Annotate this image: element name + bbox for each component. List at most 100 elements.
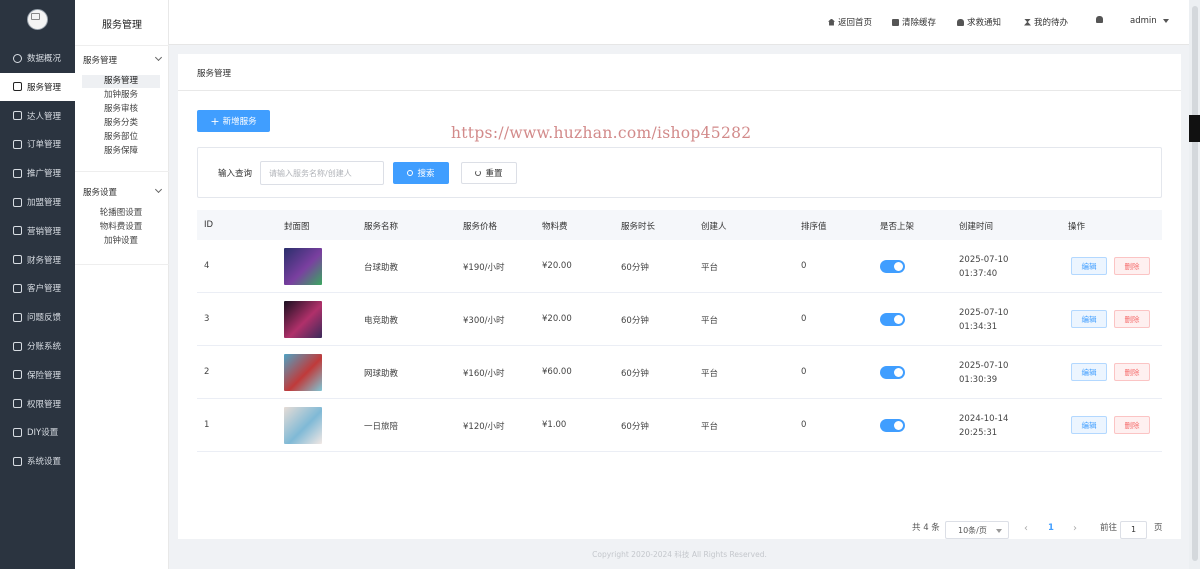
subnav-item-service-management[interactable]: 服务管理 (82, 75, 160, 88)
cell-created-time: 2025-07-10 01:30:39 (959, 359, 1008, 387)
logo-image[interactable] (27, 9, 48, 30)
pagination-total: 共 4 条 (912, 523, 940, 533)
listed-toggle[interactable] (880, 366, 905, 379)
subnav-item-service-category[interactable]: 服务分类 (82, 117, 160, 130)
search-icon (407, 170, 414, 176)
notification-bell-button[interactable] (1096, 16, 1106, 23)
cover-image[interactable] (284, 407, 322, 444)
chevron-down-icon (154, 185, 163, 194)
cell-created-time: 2025-07-10 01:37:40 (959, 253, 1008, 281)
listed-toggle[interactable] (880, 260, 905, 273)
column-header-listed: 是否上架 (880, 222, 915, 232)
scrollbar-thumb[interactable] (1192, 6, 1198, 561)
header-link-home[interactable]: 返回首页 (828, 16, 872, 28)
delete-button[interactable]: 删除 (1114, 310, 1150, 328)
nav-item-label: 问题反馈 (27, 313, 62, 324)
subnav-item-service-part[interactable]: 服务部位 (82, 131, 160, 144)
subnav-group-label: 服务设置 (83, 188, 118, 198)
subnav-group-settings[interactable]: 服务设置 (83, 185, 163, 198)
page-size-value: 10条/页 (958, 525, 987, 535)
nav-item[interactable]: 保险管理 (0, 361, 75, 389)
cell-sort: 0 (801, 261, 807, 271)
nav-item[interactable]: 数据概况 (0, 44, 75, 72)
table-row: 4 台球助教 ¥190/小时 ¥20.00 60分钟 平台 0 2025-07-10 01:37… (197, 240, 1162, 293)
header-link-sos-notice[interactable]: 求救通知 (957, 16, 1001, 28)
subnav-item-banner-settings[interactable]: 轮播图设置 (82, 207, 160, 220)
settings-icon (13, 456, 22, 466)
nav-item[interactable]: 系统设置 (0, 447, 75, 475)
cell-created-time: 2024-10-14 20:25:31 (959, 412, 1008, 440)
nav-item[interactable]: 订单管理 (0, 130, 75, 158)
reset-button[interactable]: 重置 (461, 162, 517, 184)
user-menu[interactable]: admin (1130, 16, 1169, 26)
prev-page-button[interactable]: ‹ (1024, 523, 1028, 534)
column-header-actions: 操作 (1068, 222, 1086, 232)
nav-item-label: 权限管理 (27, 399, 62, 410)
subnav-item-material-fee-settings[interactable]: 物料费设置 (82, 221, 160, 234)
nav-item[interactable]: 达人管理 (0, 102, 75, 130)
page-number-current[interactable]: 1 (1048, 523, 1054, 533)
subnav-group-services[interactable]: 服务管理 (83, 53, 163, 66)
created-date: 2025-07-10 (959, 361, 1009, 371)
subnav-item-overtime-service[interactable]: 加钟服务 (82, 89, 160, 102)
page-scrollbar[interactable] (1189, 0, 1200, 569)
cover-image[interactable] (284, 354, 322, 391)
nav-item[interactable]: 财务管理 (0, 246, 75, 274)
delete-button[interactable]: 删除 (1114, 416, 1150, 434)
delete-button[interactable]: 删除 (1114, 257, 1150, 275)
nav-item[interactable]: 加盟管理 (0, 188, 75, 216)
table-row: 3 电竞助教 ¥300/小时 ¥20.00 60分钟 平台 0 2025-07-10 01:34… (197, 293, 1162, 346)
cover-image[interactable] (284, 301, 322, 338)
created-clock: 01:37:40 (959, 269, 998, 279)
header-link-todo[interactable]: 我的待办 (1024, 16, 1068, 28)
subnav-item-service-guarantee[interactable]: 服务保障 (82, 145, 160, 158)
promotion-icon (13, 168, 22, 178)
listed-toggle[interactable] (880, 313, 905, 326)
goto-label: 前往 (1100, 523, 1118, 533)
page-size-select[interactable]: 10条/页 (945, 521, 1009, 539)
nav-item-label: 加盟管理 (27, 198, 62, 208)
cover-image[interactable] (284, 248, 322, 285)
main-nav: 数据概况服务管理达人管理 订单管理 推广管理加盟管理营销管理财务管理 客户管理问题反馈… (0, 0, 75, 569)
edit-button[interactable]: 编辑 (1071, 363, 1107, 381)
reset-button-label: 重置 (485, 169, 503, 179)
nav-item-label: 服务管理 (27, 82, 62, 93)
nav-item[interactable]: 客户管理 (0, 274, 75, 302)
top-header: 返回首页 清除缓存 求救通知 我的待办 admin (169, 0, 1200, 45)
footer-copyright: Copyright 2020-2024 科技 All Rights Reserv… (592, 550, 767, 559)
search-button[interactable]: 搜索 (393, 162, 449, 184)
edit-button[interactable]: 编辑 (1071, 310, 1107, 328)
edit-button[interactable]: 编辑 (1071, 257, 1107, 275)
nav-item-label: 营销管理 (27, 226, 62, 237)
nav-item[interactable]: DIY设置 (0, 418, 75, 446)
header-link-label: 返回首页 (838, 18, 873, 28)
column-header-material: 物料费 (542, 222, 568, 232)
nav-item[interactable]: 营销管理 (0, 217, 75, 245)
column-header-creator: 创建人 (701, 222, 727, 232)
add-service-button[interactable]: + 新增服务 (197, 110, 270, 132)
listed-toggle[interactable] (880, 419, 905, 432)
next-page-button[interactable]: › (1073, 523, 1077, 534)
nav-item[interactable]: 分账系统 (0, 332, 75, 360)
cell-id: 2 (204, 367, 210, 377)
side-floating-tab[interactable] (1189, 115, 1200, 142)
nav-item[interactable]: 推广管理 (0, 159, 75, 187)
header-link-clear-cache[interactable]: 清除缓存 (892, 16, 936, 28)
search-input[interactable] (260, 161, 384, 185)
table-row: 2 网球助教 ¥160/小时 ¥60.00 60分钟 平台 0 2025-07-10 01:30… (197, 346, 1162, 399)
column-header-cover: 封面图 (284, 222, 310, 232)
subnav-item-service-review[interactable]: 服务审核 (82, 103, 160, 116)
delete-button[interactable]: 删除 (1114, 363, 1150, 381)
nav-item[interactable]: 服务管理 (0, 72, 75, 101)
edit-button[interactable]: 编辑 (1071, 416, 1107, 434)
watermark-text: https://www.huzhan.com/ishop45282 (451, 124, 752, 142)
nav-item[interactable]: 问题反馈 (0, 303, 75, 331)
search-button-label: 搜索 (417, 169, 435, 179)
bell-icon (1096, 16, 1103, 23)
goto-page-input[interactable]: 1 (1120, 521, 1147, 539)
nav-item-label: 保险管理 (27, 370, 62, 381)
subnav-item-overtime-settings[interactable]: 加钟设置 (82, 235, 160, 248)
nav-item[interactable]: 权限管理 (0, 390, 75, 418)
cell-id: 1 (204, 420, 210, 430)
cell-duration: 60分钟 (621, 316, 649, 326)
